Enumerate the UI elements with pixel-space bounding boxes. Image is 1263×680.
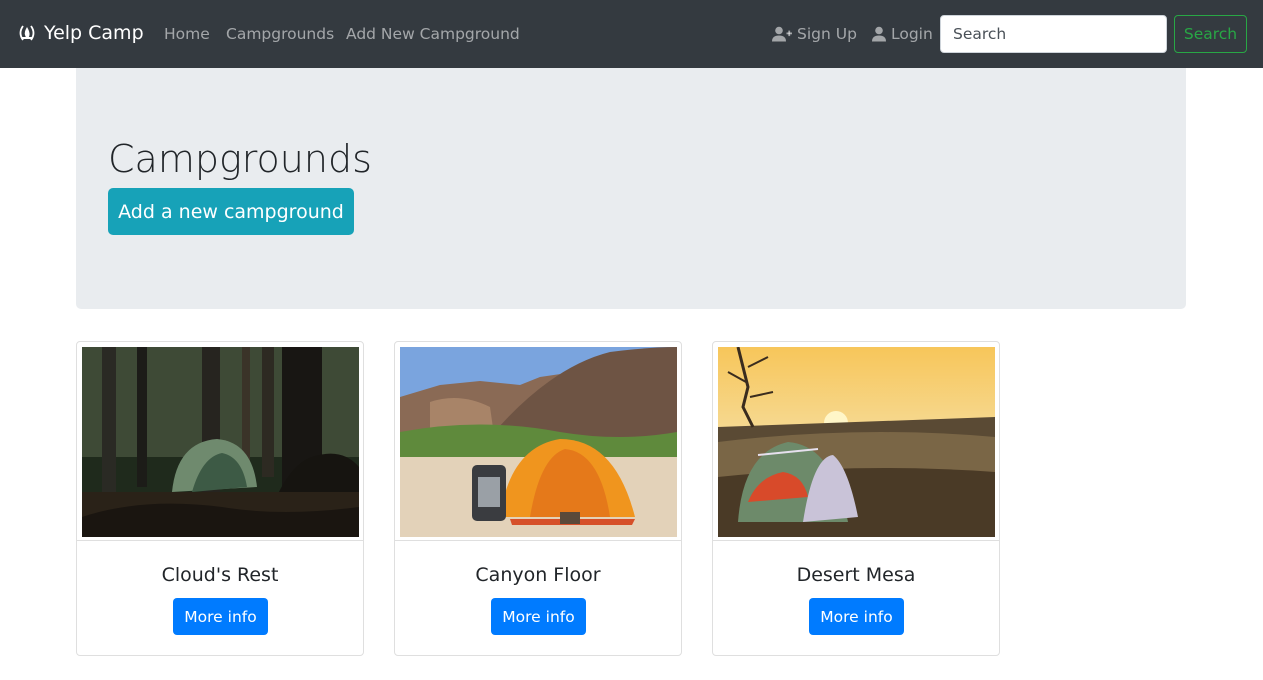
- brand-name: Yelp Camp: [44, 22, 144, 44]
- campground-card: Desert Mesa More info: [712, 341, 1000, 656]
- campground-card: Cloud's Rest More info: [76, 341, 364, 656]
- campground-card: Canyon Floor More info: [394, 341, 682, 656]
- sign-up-link[interactable]: Sign Up: [772, 25, 857, 43]
- nav-home-link[interactable]: Home: [164, 25, 210, 43]
- nav-campgrounds-link[interactable]: Campgrounds: [226, 25, 334, 43]
- campground-name: Cloud's Rest: [161, 564, 279, 586]
- more-info-button[interactable]: More info: [809, 598, 904, 635]
- more-info-button[interactable]: More info: [491, 598, 586, 635]
- user-icon: [872, 26, 886, 42]
- campground-name: Desert Mesa: [796, 564, 916, 586]
- campground-image: [82, 347, 359, 537]
- navbar: Yelp Camp Home Campgrounds Add New Campg…: [0, 0, 1263, 68]
- login-link[interactable]: Login: [872, 25, 933, 43]
- page-title: Campgrounds: [108, 137, 372, 181]
- add-campground-button[interactable]: Add a new campground: [108, 188, 354, 235]
- jumbotron: Campgrounds Add a new campground: [76, 68, 1186, 309]
- search-button[interactable]: Search: [1174, 15, 1247, 53]
- campground-image: [400, 347, 677, 537]
- brand-link[interactable]: Yelp Camp: [16, 22, 144, 44]
- user-plus-icon: [772, 26, 792, 42]
- search-input[interactable]: [940, 15, 1167, 53]
- login-label: Login: [891, 25, 933, 43]
- sign-up-label: Sign Up: [797, 25, 857, 43]
- campground-name: Canyon Floor: [475, 564, 601, 586]
- campfire-icon: [19, 25, 35, 41]
- more-info-button[interactable]: More info: [173, 598, 268, 635]
- campground-image: [718, 347, 995, 537]
- nav-add-campground-link[interactable]: Add New Campground: [346, 25, 520, 43]
